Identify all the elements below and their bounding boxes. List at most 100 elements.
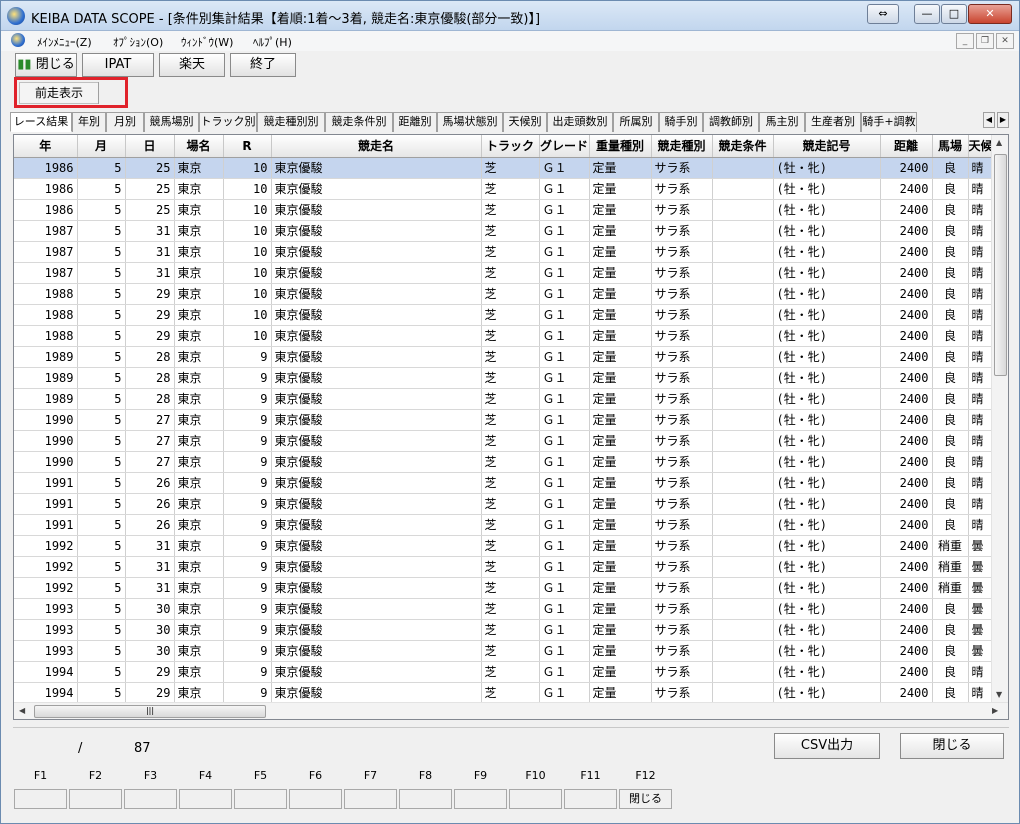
tab-1[interactable]: レース結果 <box>10 112 72 132</box>
fkey-button[interactable] <box>399 789 452 809</box>
fkey-button[interactable] <box>509 789 562 809</box>
tab-4[interactable]: 競馬場別 <box>144 112 199 132</box>
fkey-button[interactable]: 閉じる <box>619 789 672 809</box>
tab-17[interactable]: 騎手+調教 <box>861 112 917 132</box>
exit-button[interactable]: 終了 <box>230 53 296 77</box>
menu-options[interactable]: ｵﾌﾟｼｮﾝ(O) <box>113 34 163 50</box>
tab-2[interactable]: 年別 <box>72 112 106 132</box>
restore-icon[interactable]: ⇔ <box>867 4 899 24</box>
table-row[interactable]: 1993 5 30 東京 9 東京優駿芝 Ｇ１ 定量 サラ系 (牡・牝) 2400 良曇 <box>14 619 994 641</box>
footer-close-button[interactable]: 閉じる <box>900 733 1004 759</box>
tab-13[interactable]: 騎手別 <box>659 112 703 132</box>
table-row[interactable]: 1991 5 26 東京 9 東京優駿芝 Ｇ１ 定量 サラ系 (牡・牝) 2400 良晴 <box>14 514 994 536</box>
horizontal-scrollbar[interactable]: ◀ ||| ▶ <box>14 702 1008 719</box>
tab-11[interactable]: 出走頭数別 <box>547 112 613 132</box>
table-row[interactable]: 1987 5 31 東京 10 東京優駿芝 Ｇ１ 定量 サラ系 (牡・牝) 2400 良晴 <box>14 262 994 284</box>
tab-10[interactable]: 天候別 <box>503 112 547 132</box>
fkey-button[interactable] <box>564 789 617 809</box>
ipat-button[interactable]: IPAT <box>82 53 154 77</box>
minimize-button[interactable]: — <box>914 4 940 24</box>
table-row[interactable]: 1988 5 29 東京 10 東京優駿芝 Ｇ１ 定量 サラ系 (牡・牝) 2400 良晴 <box>14 304 994 326</box>
column-header[interactable]: R <box>223 135 272 158</box>
column-header[interactable]: トラック <box>481 135 540 158</box>
column-header[interactable]: グレード <box>539 135 590 158</box>
tab-5[interactable]: トラック別 <box>199 112 257 132</box>
tab-6[interactable]: 競走種別別 <box>257 112 325 132</box>
fkey-button[interactable] <box>179 789 232 809</box>
column-header[interactable]: 馬場 <box>932 135 969 158</box>
table-row[interactable]: 1992 5 31 東京 9 東京優駿芝 Ｇ１ 定量 サラ系 (牡・牝) 2400 稍重曇 <box>14 535 994 557</box>
tab-8[interactable]: 距離別 <box>393 112 437 132</box>
table-row[interactable]: 1988 5 29 東京 10 東京優駿芝 Ｇ１ 定量 サラ系 (牡・牝) 2400 良晴 <box>14 283 994 305</box>
table-row[interactable]: 1994 5 29 東京 9 東京優駿芝 Ｇ１ 定量 サラ系 (牡・牝) 2400 良晴 <box>14 682 994 704</box>
column-header[interactable]: 天候 <box>968 135 994 158</box>
column-header[interactable]: 場名 <box>174 135 224 158</box>
scroll-up-icon[interactable]: ▲ <box>996 138 1002 147</box>
mdi-close-button[interactable]: ✕ <box>996 33 1014 49</box>
toolbar-close-button[interactable]: ▮▮ 閉じる <box>15 53 77 77</box>
table-row[interactable]: 1986 5 25 東京 10 東京優駿芝 Ｇ１ 定量 サラ系 (牡・牝) 2400 良晴 <box>14 178 994 200</box>
tab-3[interactable]: 月別 <box>106 112 144 132</box>
table-row[interactable]: 1992 5 31 東京 9 東京優駿芝 Ｇ１ 定量 サラ系 (牡・牝) 2400 稍重曇 <box>14 577 994 599</box>
tab-16[interactable]: 生産者別 <box>805 112 861 132</box>
scroll-down-icon[interactable]: ▼ <box>996 690 1002 699</box>
table-row[interactable]: 1986 5 25 東京 10 東京優駿芝 Ｇ１ 定量 サラ系 (牡・牝) 2400 良晴 <box>14 157 994 179</box>
tab-scroll-right-icon[interactable]: ▶ <box>997 112 1009 128</box>
table-row[interactable]: 1993 5 30 東京 9 東京優駿芝 Ｇ１ 定量 サラ系 (牡・牝) 2400 良曇 <box>14 640 994 662</box>
fkey-button[interactable] <box>14 789 67 809</box>
table-row[interactable]: 1994 5 29 東京 9 東京優駿芝 Ｇ１ 定量 サラ系 (牡・牝) 2400 良晴 <box>14 661 994 683</box>
tab-7[interactable]: 競走条件別 <box>325 112 393 132</box>
column-header[interactable]: 重量種別 <box>589 135 652 158</box>
tab-scroll-left-icon[interactable]: ◀ <box>983 112 995 128</box>
table-row[interactable]: 1989 5 28 東京 9 東京優駿芝 Ｇ１ 定量 サラ系 (牡・牝) 2400 良晴 <box>14 388 994 410</box>
mdi-minimize-button[interactable]: _ <box>956 33 974 49</box>
vertical-scroll-thumb[interactable] <box>994 154 1007 376</box>
menu-app-icon[interactable] <box>11 33 25 47</box>
tab-12[interactable]: 所属別 <box>613 112 659 132</box>
tab-15[interactable]: 馬主別 <box>759 112 805 132</box>
menu-help[interactable]: ﾍﾙﾌﾟ(H) <box>253 34 292 50</box>
column-header[interactable]: 競走名 <box>271 135 482 158</box>
menu-main[interactable]: ﾒｲﾝﾒﾆｭｰ(Z) <box>37 34 92 50</box>
table-row[interactable]: 1988 5 29 東京 10 東京優駿芝 Ｇ１ 定量 サラ系 (牡・牝) 2400 良晴 <box>14 325 994 347</box>
table-row[interactable]: 1990 5 27 東京 9 東京優駿芝 Ｇ１ 定量 サラ系 (牡・牝) 2400 良晴 <box>14 451 994 473</box>
horizontal-scroll-thumb[interactable]: ||| <box>34 705 266 718</box>
tab-14[interactable]: 調教師別 <box>703 112 759 132</box>
table-row[interactable]: 1990 5 27 東京 9 東京優駿芝 Ｇ１ 定量 サラ系 (牡・牝) 2400 良晴 <box>14 430 994 452</box>
table-row[interactable]: 1989 5 28 東京 9 東京優駿芝 Ｇ１ 定量 サラ系 (牡・牝) 2400 良晴 <box>14 367 994 389</box>
table-row[interactable]: 1991 5 26 東京 9 東京優駿芝 Ｇ１ 定量 サラ系 (牡・牝) 2400 良晴 <box>14 472 994 494</box>
table-row[interactable]: 1991 5 26 東京 9 東京優駿芝 Ｇ１ 定量 サラ系 (牡・牝) 2400 良晴 <box>14 493 994 515</box>
menu-window[interactable]: ｳｨﾝﾄﾞｳ(W) <box>181 34 233 50</box>
column-header[interactable]: 競走条件 <box>712 135 774 158</box>
column-header[interactable]: 年 <box>14 135 78 158</box>
scroll-left-icon[interactable]: ◀ <box>19 706 25 715</box>
fkey-button[interactable] <box>454 789 507 809</box>
scroll-right-icon[interactable]: ▶ <box>992 706 998 715</box>
column-header[interactable]: 競走記号 <box>773 135 881 158</box>
table-row[interactable]: 1990 5 27 東京 9 東京優駿芝 Ｇ１ 定量 サラ系 (牡・牝) 2400 良晴 <box>14 409 994 431</box>
column-header[interactable]: 月 <box>77 135 126 158</box>
results-grid[interactable]: 年月日場名 R 競走名 トラック グレード 重量種別 競走種別 競走条件 競走記号 距離 馬場 天候 … <box>13 134 1009 720</box>
fkey-button[interactable] <box>69 789 122 809</box>
table-row[interactable]: 1987 5 31 東京 10 東京優駿芝 Ｇ１ 定量 サラ系 (牡・牝) 2400 良晴 <box>14 220 994 242</box>
table-row[interactable]: 1989 5 28 東京 9 東京優駿芝 Ｇ１ 定量 サラ系 (牡・牝) 2400 良晴 <box>14 346 994 368</box>
column-header[interactable]: 日 <box>125 135 175 158</box>
table-row[interactable]: 1993 5 30 東京 9 東京優駿芝 Ｇ１ 定量 サラ系 (牡・牝) 2400 良曇 <box>14 598 994 620</box>
table-row[interactable]: 1986 5 25 東京 10 東京優駿芝 Ｇ１ 定量 サラ系 (牡・牝) 2400 良晴 <box>14 199 994 221</box>
fkey-button[interactable] <box>234 789 287 809</box>
fkey-button[interactable] <box>124 789 177 809</box>
column-header[interactable]: 競走種別 <box>651 135 713 158</box>
column-header[interactable]: 距離 <box>880 135 933 158</box>
rakuten-button[interactable]: 楽天 <box>159 53 225 77</box>
close-button[interactable]: ✕ <box>968 4 1012 24</box>
mdi-restore-button[interactable]: ❐ <box>976 33 994 49</box>
fkey-button[interactable] <box>289 789 342 809</box>
table-row[interactable]: 1992 5 31 東京 9 東京優駿芝 Ｇ１ 定量 サラ系 (牡・牝) 2400 稍重曇 <box>14 556 994 578</box>
vertical-scrollbar[interactable]: ▲ ▼ <box>991 135 1008 702</box>
table-row[interactable]: 1987 5 31 東京 10 東京優駿芝 Ｇ１ 定量 サラ系 (牡・牝) 2400 良晴 <box>14 241 994 263</box>
maximize-button[interactable]: □ <box>941 4 967 24</box>
tab-9[interactable]: 馬場状態別 <box>437 112 503 132</box>
fkey-button[interactable] <box>344 789 397 809</box>
prev-race-button[interactable]: 前走表示 <box>19 82 99 104</box>
csv-export-button[interactable]: CSV出力 <box>774 733 880 759</box>
